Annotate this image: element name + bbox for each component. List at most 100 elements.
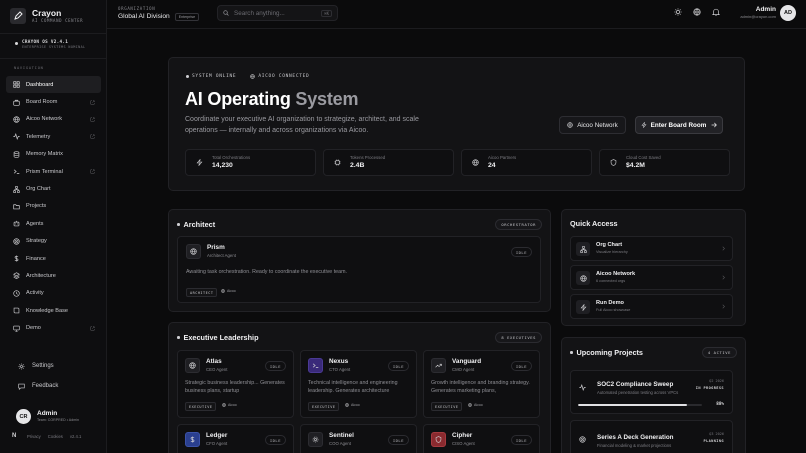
settings-button[interactable]: Settings <box>17 362 54 370</box>
globe-icon[interactable] <box>693 8 701 16</box>
sidebar-item-org-chart[interactable]: Org Chart <box>6 180 101 197</box>
sidebar-item-demo[interactable]: Demo <box>6 319 101 336</box>
agent-avatar <box>431 432 446 447</box>
sidebar-item-label: Prism Terminal <box>26 168 63 175</box>
header-user[interactable]: Admin admin@crayon.com <box>740 6 776 20</box>
agent-card-nexus[interactable]: Nexus CTO Agent IDLE Technical intelligence… <box>300 350 417 418</box>
sidebar-item-telemetry[interactable]: Telemetry <box>6 128 101 145</box>
sidebar-item-architecture[interactable]: Architecture <box>6 267 101 284</box>
sidebar-item-aicoo-network[interactable]: Aicoo Network <box>6 111 101 128</box>
chevron-right-icon <box>721 246 726 251</box>
grid-icon <box>12 81 20 89</box>
theme-toggle-sun-icon[interactable] <box>674 8 682 16</box>
sidebar-item-label: Memory Matrix <box>26 151 63 158</box>
org-icon <box>12 185 20 193</box>
n-logo-icon: N <box>12 433 17 439</box>
pulse-icon <box>12 289 20 297</box>
terminal-icon <box>12 168 20 176</box>
dollar-icon <box>189 436 196 443</box>
search-input[interactable] <box>234 9 314 17</box>
quick-access-subtitle: 6 connected orgs <box>596 279 626 283</box>
org-name: Global AI Division <box>118 13 170 20</box>
project-item[interactable]: Series A Deck Generation Financial modeli… <box>570 420 733 453</box>
sidebar-item-agents[interactable]: Agents <box>6 215 101 232</box>
quick-access-org-chart[interactable]: Org Chart Visualize hierarchy <box>570 236 733 261</box>
sidebar-divider <box>0 58 107 59</box>
search-icon <box>223 10 229 16</box>
agent-card-cipher[interactable]: Cipher CISO Agent IDLE <box>423 424 540 453</box>
bell-icon[interactable] <box>712 8 720 16</box>
activity-icon <box>576 381 588 393</box>
stat-value: 24 <box>488 162 496 169</box>
status-badge: IDLE <box>264 361 286 371</box>
quick-access-run-demo[interactable]: Run Demo Full Aicoo showcase <box>570 294 733 319</box>
agent-role: CFO Agent <box>206 441 228 446</box>
agent-role: CISO Agent <box>452 441 475 446</box>
header-user-email: admin@crayon.com <box>740 14 776 19</box>
architect-title: Architect <box>177 220 215 229</box>
chat-icon <box>17 382 25 390</box>
prism-agent-card[interactable]: Prism Architect Agent IDLE Awaiting task… <box>177 236 541 303</box>
feedback-button[interactable]: Feedback <box>17 382 58 390</box>
agent-role: CTO Agent <box>329 367 351 372</box>
stat-card: Aicoo Partners 24 <box>461 149 592 176</box>
agent-card-sentinel[interactable]: Sentinel COO Agent IDLE <box>300 424 417 453</box>
executives-count-badge: 8 EXECUTIVES <box>495 332 542 343</box>
external-link-icon <box>90 326 95 331</box>
main-navigation: Dashboard Board Room Aicoo Network Telemetr… <box>6 76 101 337</box>
user-name: Admin <box>37 410 58 417</box>
globe-icon <box>468 403 472 407</box>
sidebar-item-finance[interactable]: Finance <box>6 250 101 267</box>
zap-icon <box>196 159 203 166</box>
sidebar-item-board-room[interactable]: Board Room <box>6 93 101 110</box>
chip-label: Aicoo <box>228 403 237 407</box>
user-profile[interactable]: CR Admin Team: CORPRED • Admin <box>16 409 79 424</box>
sidebar-item-strategy[interactable]: Strategy <box>6 233 101 250</box>
project-item[interactable]: SOC2 Compliance Sweep Automated penetrati… <box>570 370 733 414</box>
brand[interactable]: Crayon AI COMMAND CENTER <box>10 8 83 24</box>
sidebar-item-label: Dashboard <box>26 81 54 88</box>
brand-name: Crayon <box>32 8 62 18</box>
status-badge: IDLE <box>510 247 532 257</box>
search-bar[interactable]: ⌘K <box>217 5 338 21</box>
sidebar-item-label: Activity <box>26 290 44 297</box>
agent-description: Awaiting task orchestration. Ready to co… <box>186 269 347 275</box>
sidebar-item-knowledge-base[interactable]: Knowledge Base <box>6 302 101 319</box>
agent-avatar <box>308 432 323 447</box>
sidebar-item-dashboard[interactable]: Dashboard <box>6 76 101 94</box>
progress-fill <box>578 404 688 406</box>
globe-icon <box>190 248 197 255</box>
cookies-link[interactable]: Cookies <box>48 434 63 439</box>
org-switcher[interactable]: ORGANIZATION Global AI Division Enterpri… <box>118 6 200 21</box>
sidebar-item-projects[interactable]: Projects <box>6 198 101 215</box>
avatar[interactable]: AD <box>780 5 796 21</box>
sidebar-item-prism-terminal[interactable]: Prism Terminal <box>6 163 101 180</box>
upcoming-projects-card: Upcoming Projects 4 ACTIVE SOC2 Complian… <box>561 337 746 453</box>
agent-description: Strategic business leadership... Generat… <box>185 380 285 394</box>
crayon-logo-icon <box>10 8 26 24</box>
sidebar-item-label: Aicoo Network <box>26 116 63 123</box>
project-status: PLANNING <box>703 439 724 443</box>
agent-avatar <box>186 244 201 259</box>
aicoo-network-button[interactable]: Aicoo Network <box>559 116 626 134</box>
globe-icon <box>567 122 573 128</box>
gear-icon <box>312 436 319 443</box>
org-icon <box>576 242 590 256</box>
agent-card-vanguard[interactable]: Vanguard CMO Agent IDLE Growth intelligence… <box>423 350 540 418</box>
status-badge: IDLE <box>264 435 286 445</box>
globe-icon <box>189 362 196 369</box>
stats-row: Total Orchestrations 14,230 Tokens Process… <box>185 149 730 176</box>
quick-access-aicoo-network[interactable]: Aicoo Network 6 connected orgs <box>570 265 733 290</box>
status-badge: IDLE <box>387 435 409 445</box>
database-icon <box>12 150 20 158</box>
agent-card-ledger[interactable]: Ledger CFO Agent IDLE <box>177 424 294 453</box>
privacy-link[interactable]: Privacy <box>27 434 41 439</box>
sidebar-item-memory-matrix[interactable]: Memory Matrix <box>6 146 101 163</box>
tag-label: SYSTEM ONLINE <box>192 74 237 79</box>
enter-board-room-button[interactable]: Enter Board Room <box>635 116 723 134</box>
quick-access-title: Aicoo Network <box>596 271 636 277</box>
layers-icon <box>12 272 20 280</box>
agent-card-atlas[interactable]: Atlas CEO Agent IDLE Strategic business lea… <box>177 350 294 418</box>
target-icon <box>576 433 588 445</box>
sidebar-item-activity[interactable]: Activity <box>6 285 101 302</box>
